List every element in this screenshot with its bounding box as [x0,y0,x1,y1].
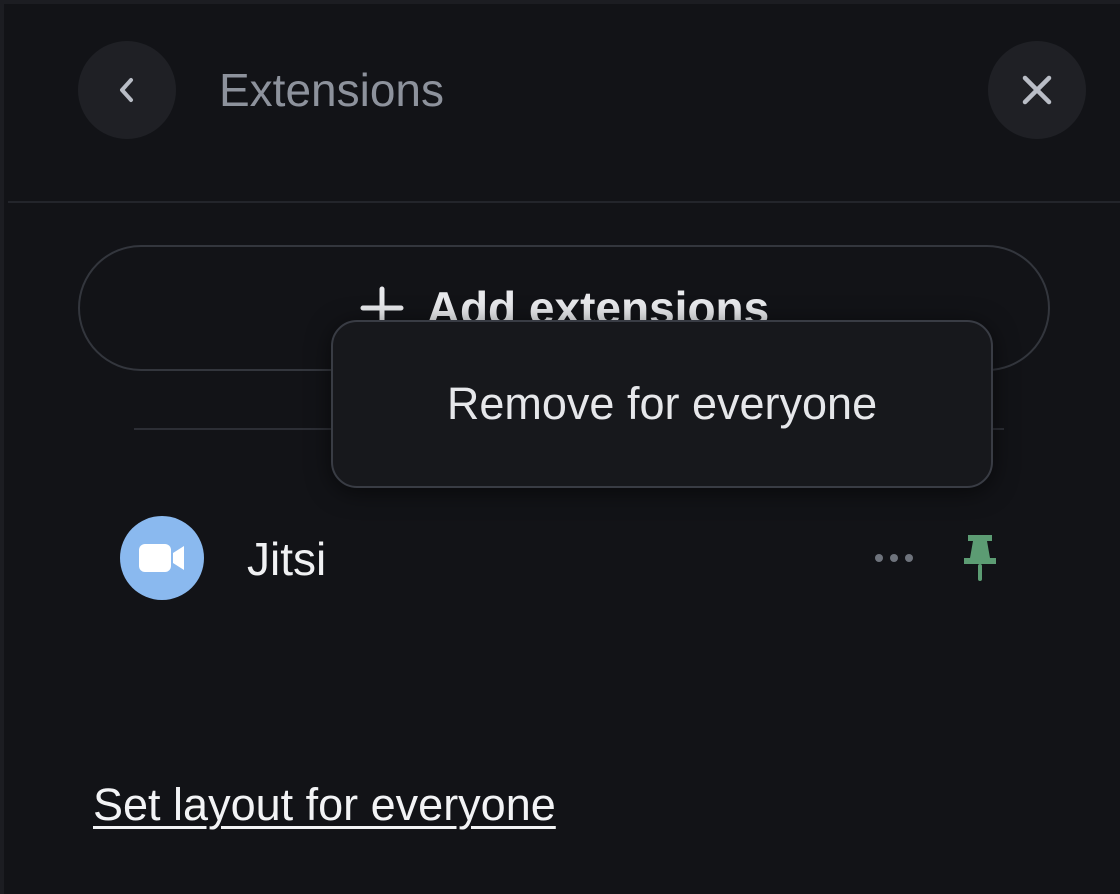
extension-name: Jitsi [247,533,327,585]
chevron-left-icon [120,78,133,102]
close-button[interactable] [988,41,1086,139]
panel-title: Extensions [219,64,445,116]
extensions-panel: Extensions Add extensions Jitsi Remove f… [0,0,1120,894]
more-options-icon [875,554,913,562]
video-camera-icon [139,544,184,572]
close-icon [1022,75,1052,105]
remove-for-everyone-label: Remove for everyone [446,378,878,429]
extension-row-jitsi[interactable]: Jitsi [104,504,1024,612]
header-divider [8,201,1120,203]
extension-avatar [120,516,204,600]
extension-more-button[interactable] [864,534,924,582]
back-button[interactable] [78,41,176,139]
set-layout-link[interactable]: Set layout for everyone [93,779,556,831]
pin-icon [964,535,996,581]
extension-pin-button[interactable] [954,530,1006,586]
remove-for-everyone-menu-item[interactable]: Remove for everyone [331,320,993,488]
